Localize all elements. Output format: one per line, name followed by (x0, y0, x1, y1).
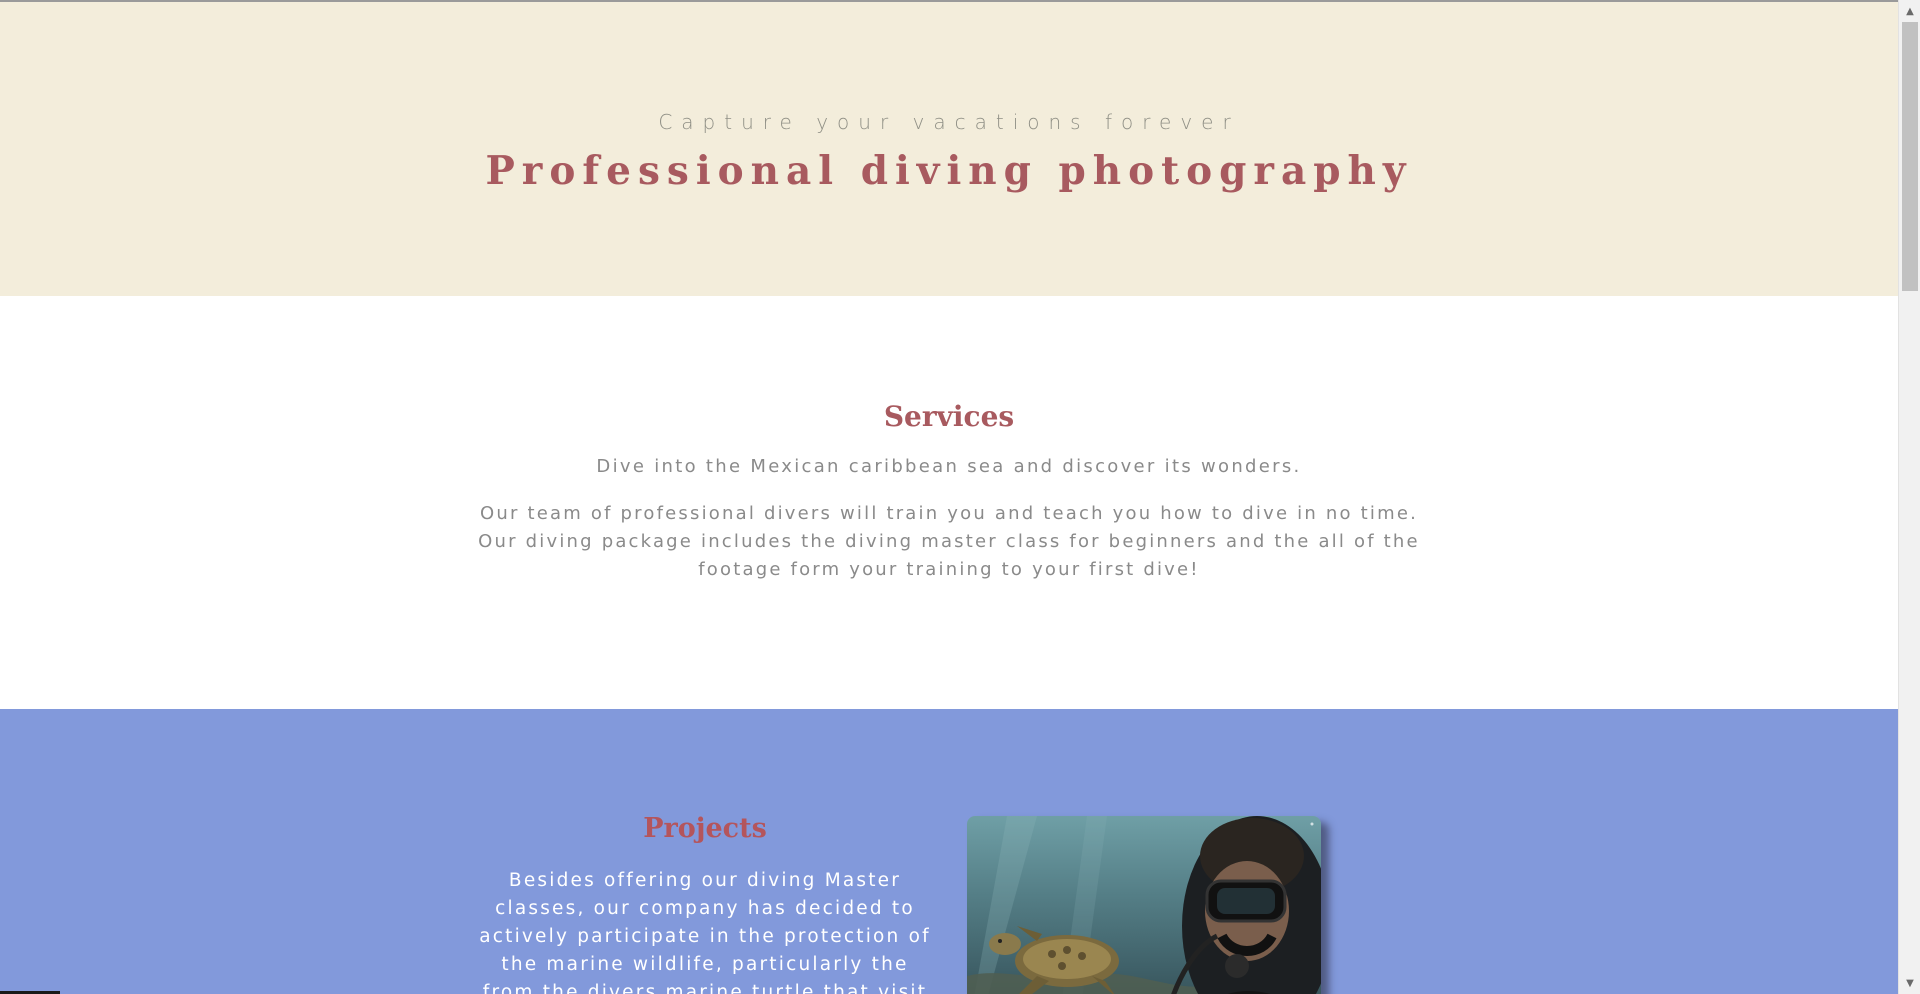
vertical-scrollbar[interactable]: ▲ ▼ (1898, 0, 1920, 994)
projects-heading: Projects (643, 813, 767, 844)
hero-kicker: Capture your vacations forever (658, 110, 1240, 134)
diver-turtle-photo-image (967, 816, 1321, 994)
page-viewport: Capture your vacations forever Professio… (0, 0, 1898, 994)
services-heading: Services (883, 400, 1015, 433)
diver-turtle-photo (967, 816, 1321, 994)
services-body: Our team of professional divers will tra… (478, 503, 1420, 580)
projects-section: Projects Besides offering our diving Mas… (0, 709, 1898, 994)
scroll-up-arrow-icon[interactable]: ▲ (1899, 4, 1920, 20)
services-lead: Dive into the Mexican caribbean sea and … (596, 456, 1302, 477)
hero-section: Capture your vacations forever Professio… (0, 2, 1898, 296)
hero-title: Professional diving photography (485, 148, 1413, 194)
projects-body: Besides offering our diving Master class… (479, 870, 931, 994)
services-section: Services Dive into the Mexican caribbean… (0, 296, 1898, 709)
diver-icon (1171, 816, 1321, 994)
scroll-down-arrow-icon[interactable]: ▼ (1899, 976, 1920, 992)
scroll-thumb[interactable] (1902, 22, 1918, 291)
